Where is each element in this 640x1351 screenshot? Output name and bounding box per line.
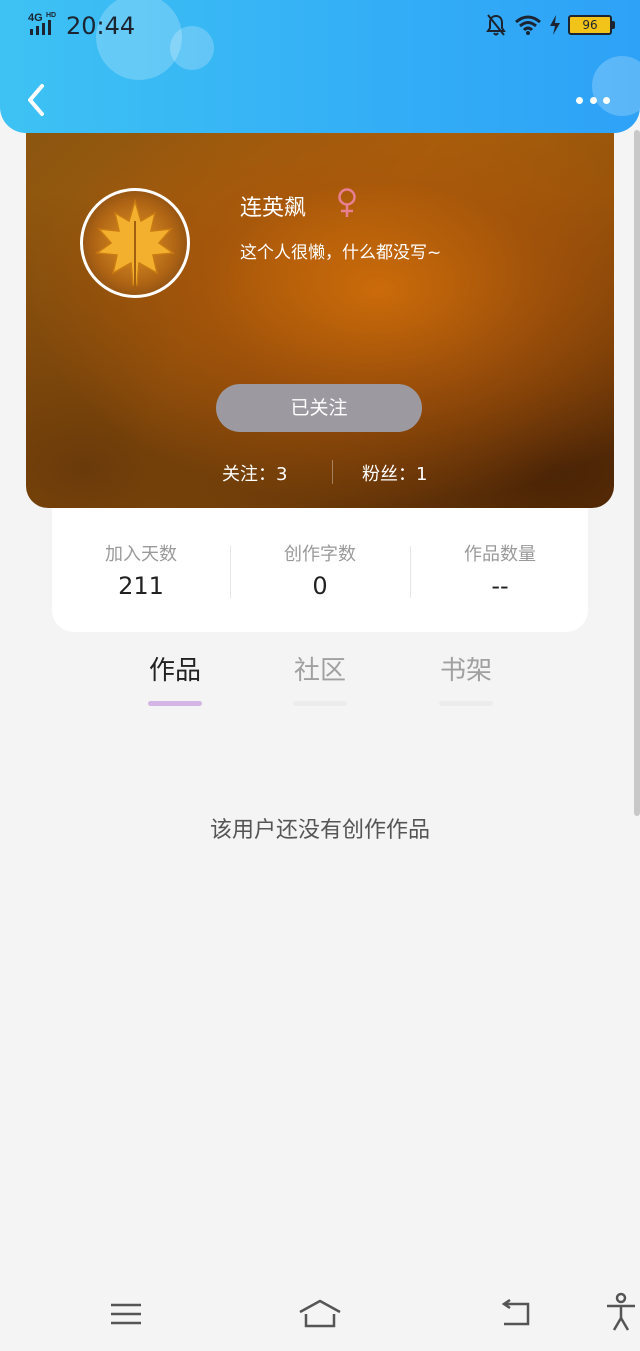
- maple-leaf-icon: [94, 198, 176, 291]
- stat-join-days: 加入天数 211: [52, 540, 230, 600]
- stat-label: 创作字数: [284, 544, 356, 565]
- signal-icon: 4G HD: [28, 12, 56, 35]
- svg-text:HD: HD: [46, 12, 56, 19]
- tab-underline: [148, 701, 202, 706]
- tab-works[interactable]: 作品: [135, 650, 215, 706]
- stat-value: 0: [312, 572, 328, 600]
- profile-card: 连英飙 这个人很懒，什么都没写~ 已关注 关注：3 粉丝：1: [26, 112, 614, 508]
- dot: [576, 96, 583, 104]
- stat-word-count: 创作字数 0: [231, 540, 409, 600]
- battery-icon: 96: [568, 15, 615, 35]
- scrollbar[interactable]: [634, 130, 640, 816]
- dot: [603, 96, 610, 104]
- wifi-icon: [515, 15, 541, 35]
- tab-label: 书架: [439, 656, 492, 686]
- tab-bookshelf[interactable]: 书架: [426, 650, 506, 706]
- stat-works-count: 作品数量 --: [411, 540, 589, 600]
- followed-button[interactable]: 已关注: [216, 384, 422, 432]
- tab-bar: 作品 社区 书架: [0, 650, 640, 710]
- user-name: 连英飙: [240, 196, 307, 221]
- stat-value: --: [491, 572, 509, 600]
- status-icons: 96: [486, 12, 615, 38]
- back-icon[interactable]: [498, 1298, 534, 1330]
- menu-icon[interactable]: [108, 1298, 144, 1330]
- system-nav-bar: [0, 1278, 640, 1351]
- more-dots-icon[interactable]: [576, 90, 610, 110]
- stats-panel: 加入天数 211 创作字数 0 作品数量 --: [52, 508, 588, 632]
- svg-text:4G: 4G: [28, 12, 43, 24]
- tab-label: 社区: [293, 656, 346, 686]
- bubble-decoration: [170, 26, 214, 70]
- follow-stats: 关注：3 粉丝：1: [26, 460, 614, 486]
- avatar[interactable]: [80, 188, 190, 298]
- accessibility-icon[interactable]: [604, 1292, 638, 1332]
- empty-state-message: 该用户还没有创作作品: [209, 818, 430, 843]
- stat-label: 作品数量: [464, 544, 536, 565]
- header-bar: 4G HD 20:44 96: [0, 0, 640, 133]
- fans-count[interactable]: 粉丝：1: [362, 460, 427, 486]
- tab-underline: [439, 701, 493, 706]
- tab-label: 作品: [148, 656, 201, 686]
- divider: [332, 460, 333, 484]
- battery-level: 96: [582, 18, 598, 32]
- stat-label: 加入天数: [105, 544, 177, 565]
- tab-underline: [293, 701, 347, 706]
- dot: [589, 96, 597, 104]
- user-bio: 这个人很懒，什么都没写~: [240, 243, 442, 263]
- home-icon[interactable]: [298, 1298, 342, 1330]
- female-icon: [338, 188, 356, 217]
- back-chevron-icon[interactable]: [20, 80, 54, 120]
- charging-icon: [550, 15, 560, 35]
- bell-muted-icon: [486, 14, 506, 36]
- following-count[interactable]: 关注：3: [222, 460, 287, 486]
- status-time: 20:44: [66, 12, 136, 40]
- stat-value: 211: [118, 572, 164, 600]
- tab-community[interactable]: 社区: [280, 650, 360, 706]
